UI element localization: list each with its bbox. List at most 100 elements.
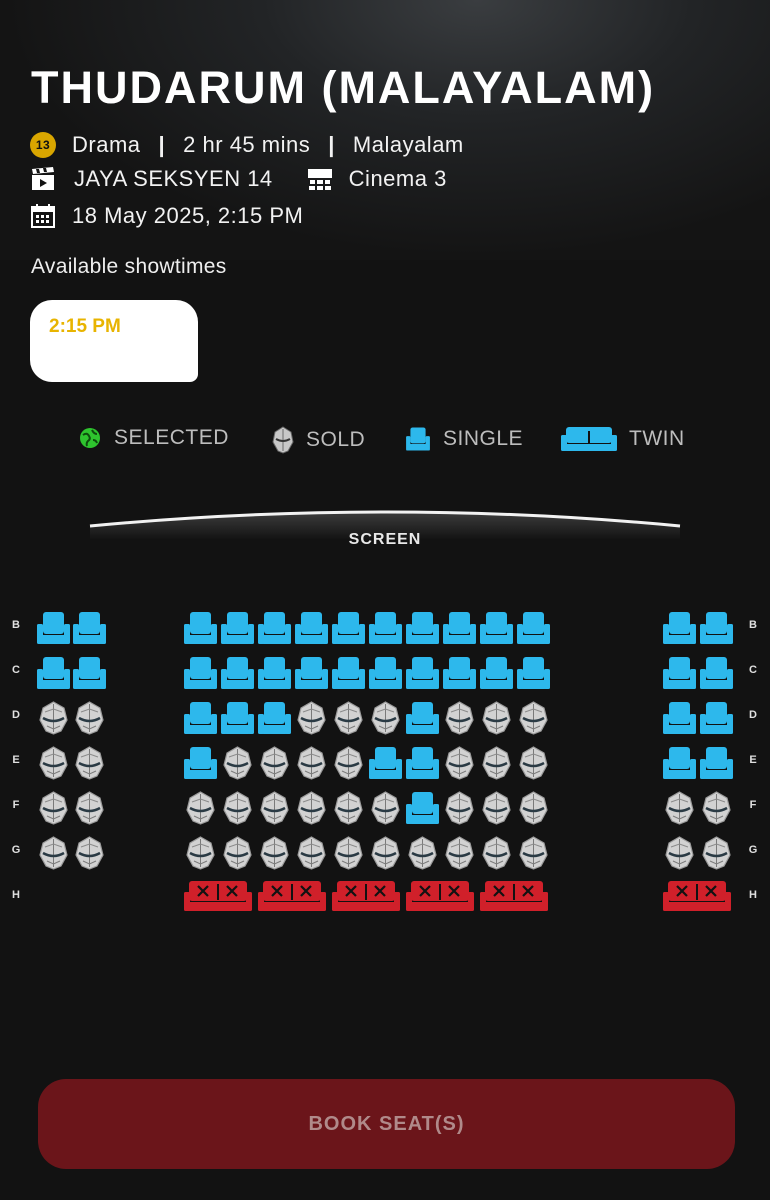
row-label: C (12, 664, 20, 676)
row-label: E (749, 754, 757, 766)
selected-seat-icon (78, 426, 102, 450)
sold-seat (517, 745, 550, 781)
legend-twin-label: TWIN (629, 427, 685, 450)
row-label: B (749, 619, 757, 631)
available-seat[interactable] (221, 655, 254, 691)
available-seat[interactable] (517, 610, 550, 646)
sold-seat (700, 790, 733, 826)
showtime-button[interactable]: 2:15 PM (30, 300, 198, 382)
legend-selected: SELECTED (78, 426, 229, 450)
showtimes-label: Available showtimes (31, 255, 227, 278)
available-seat[interactable] (406, 655, 439, 691)
available-seat[interactable] (480, 655, 513, 691)
available-seat[interactable] (443, 610, 476, 646)
available-seat[interactable] (184, 745, 217, 781)
available-seat[interactable] (332, 610, 365, 646)
sold-seat (480, 700, 513, 736)
sold-seat (443, 745, 476, 781)
available-seat[interactable] (73, 610, 106, 646)
row-label: H (12, 889, 20, 901)
sold-seat (258, 835, 291, 871)
sold-seat (517, 835, 550, 871)
available-seat[interactable] (184, 610, 217, 646)
legend-sold: SOLD (272, 426, 365, 454)
available-seat[interactable] (663, 655, 696, 691)
available-seat[interactable] (221, 700, 254, 736)
available-seat[interactable] (700, 745, 733, 781)
hall-name: Cinema 3 (348, 166, 447, 191)
sold-seat (258, 790, 291, 826)
twin-seat-unavailable (406, 880, 474, 912)
available-seat[interactable] (663, 700, 696, 736)
sold-seat (443, 700, 476, 736)
available-seat[interactable] (700, 655, 733, 691)
available-seat[interactable] (295, 655, 328, 691)
sold-seat (221, 835, 254, 871)
available-seat[interactable] (258, 655, 291, 691)
sold-seat (221, 790, 254, 826)
screen-label: SCREEN (348, 531, 422, 548)
available-seat[interactable] (663, 610, 696, 646)
available-seat[interactable] (37, 655, 70, 691)
sold-seat (517, 700, 550, 736)
available-seat[interactable] (700, 700, 733, 736)
legend-sold-label: SOLD (306, 428, 366, 451)
available-seat[interactable] (517, 655, 550, 691)
available-seat[interactable] (332, 655, 365, 691)
sold-seat (295, 745, 328, 781)
legend-single: SINGLE (405, 426, 523, 452)
twin-seat-icon (561, 426, 617, 452)
sold-seat (258, 745, 291, 781)
available-seat[interactable] (258, 610, 291, 646)
row-label: B (12, 619, 20, 631)
sold-seat-icon (272, 426, 294, 454)
sold-seat (443, 835, 476, 871)
legend-single-label: SINGLE (443, 427, 524, 450)
available-seat[interactable] (406, 700, 439, 736)
sold-seat (663, 835, 696, 871)
available-seat[interactable] (221, 610, 254, 646)
available-seat[interactable] (73, 655, 106, 691)
sold-seat (37, 835, 70, 871)
rating-badge-icon: 13 (30, 132, 56, 158)
book-seats-button[interactable]: BOOK SEAT(S) (38, 1079, 735, 1169)
row-label: F (749, 799, 757, 811)
available-seat[interactable] (369, 610, 402, 646)
sold-seat (332, 790, 365, 826)
sold-seat (295, 700, 328, 736)
available-seat[interactable] (369, 745, 402, 781)
available-seat[interactable] (700, 610, 733, 646)
available-seat[interactable] (184, 700, 217, 736)
available-seat[interactable] (258, 700, 291, 736)
available-seat[interactable] (184, 655, 217, 691)
sold-seat (517, 790, 550, 826)
sold-seat (73, 745, 106, 781)
twin-seat-unavailable (332, 880, 400, 912)
sold-seat (480, 790, 513, 826)
sold-seat (37, 790, 70, 826)
cinema-name: JAYA SEKSYEN 14 (74, 166, 273, 191)
available-seat[interactable] (37, 610, 70, 646)
duration: 2 hr 45 mins (183, 132, 311, 157)
row-label: G (11, 844, 21, 856)
available-seat[interactable] (406, 790, 439, 826)
sold-seat (369, 835, 402, 871)
show-datetime: 18 May 2025, 2:15 PM (72, 203, 304, 228)
rating-badge-text: 13 (35, 138, 51, 152)
twin-seat-unavailable (480, 880, 548, 912)
available-seat[interactable] (295, 610, 328, 646)
available-seat[interactable] (406, 610, 439, 646)
sold-seat (480, 745, 513, 781)
available-seat[interactable] (406, 745, 439, 781)
available-seat[interactable] (480, 610, 513, 646)
legend-twin: TWIN (561, 426, 685, 452)
legend-selected-label: SELECTED (114, 426, 229, 449)
sold-seat (332, 745, 365, 781)
available-seat[interactable] (663, 745, 696, 781)
row-label: F (12, 799, 20, 811)
available-seat[interactable] (369, 655, 402, 691)
sold-seat (406, 835, 439, 871)
sold-seat (37, 700, 70, 736)
available-seat[interactable] (443, 655, 476, 691)
sold-seat (369, 700, 402, 736)
